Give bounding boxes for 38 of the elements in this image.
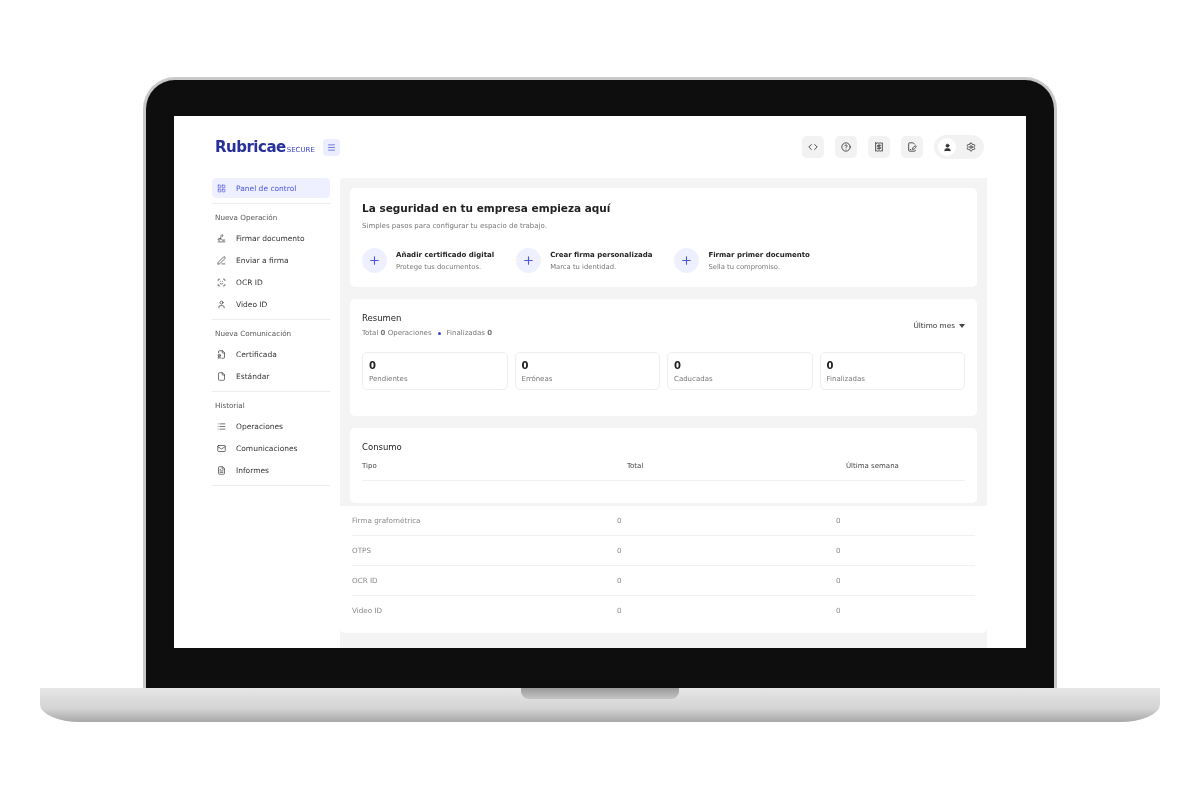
plus-icon <box>522 254 536 267</box>
help-button[interactable] <box>835 136 857 158</box>
stat-value: 0 <box>826 360 835 371</box>
scan-icon <box>217 277 226 287</box>
add-button[interactable] <box>516 248 542 273</box>
stat-value: 0 <box>369 360 377 371</box>
receipt-icon <box>874 142 884 152</box>
code-icon <box>808 142 818 152</box>
menu-icon <box>326 142 336 152</box>
user-button[interactable] <box>938 138 956 156</box>
separator-dot <box>437 331 441 335</box>
help-icon <box>841 142 851 152</box>
signature-icon <box>217 233 226 243</box>
plus-icon <box>368 254 381 267</box>
signature-button[interactable] <box>901 136 923 158</box>
welcome-title: La seguridad en tu empresa empieza aquí <box>362 202 612 214</box>
add-button[interactable] <box>674 248 700 273</box>
certificate-icon <box>217 349 226 359</box>
file-icon <box>217 371 226 381</box>
pen-icon <box>217 255 226 265</box>
user-icon <box>942 142 952 152</box>
code-button[interactable] <box>802 136 824 158</box>
add-button[interactable] <box>362 248 387 273</box>
plus-icon <box>680 254 694 267</box>
stat-value: 0 <box>674 360 682 371</box>
person-icon <box>217 299 226 309</box>
summary-title: Resumen <box>362 313 403 323</box>
report-icon <box>217 465 226 475</box>
grid-icon <box>217 183 226 193</box>
stat-value: 0 <box>521 360 530 371</box>
receipt-button[interactable] <box>868 136 890 158</box>
settings-icon <box>966 142 976 152</box>
signed-document-icon <box>907 142 917 152</box>
menu-button[interactable] <box>322 138 340 156</box>
caret-icon <box>959 323 965 328</box>
list-icon <box>217 421 226 431</box>
consumption-title: Consumo <box>362 442 403 452</box>
mail-icon <box>217 443 226 453</box>
